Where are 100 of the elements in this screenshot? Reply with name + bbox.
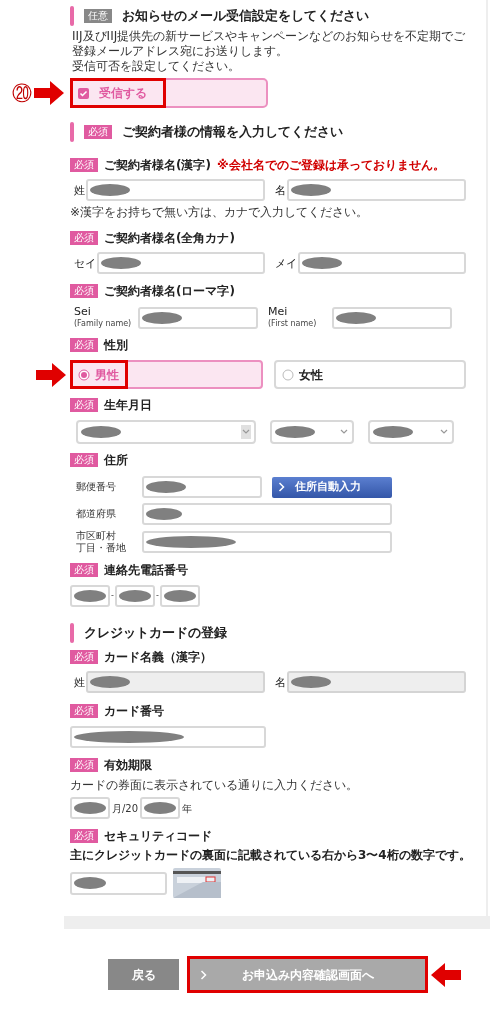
- input-label: 丁目・番地: [76, 542, 127, 554]
- required-tag: 必須: [70, 398, 98, 412]
- input-field[interactable]: [70, 797, 110, 819]
- auto-address-button[interactable]: 住所自動入力: [272, 476, 392, 498]
- input-field[interactable]: [70, 726, 266, 748]
- required-tag: 必須: [70, 563, 98, 577]
- select-field[interactable]: [76, 420, 256, 444]
- arrow-icon: [431, 962, 461, 987]
- redaction-mark: [275, 426, 315, 438]
- field-label: ご契約者様名(漢字): [104, 157, 211, 174]
- redaction-mark: [74, 590, 106, 602]
- section-title: お知らせのメール受信設定をしてください: [122, 7, 369, 26]
- input-field[interactable]: [138, 306, 258, 329]
- required-tag: 必須: [70, 338, 98, 352]
- input-label: 姓: [74, 183, 85, 197]
- redaction-mark: [118, 590, 151, 602]
- optional-tag: 任意: [84, 9, 112, 23]
- description-text: 受信可否を設定してください。: [72, 59, 241, 74]
- input-field[interactable]: [114, 585, 155, 607]
- required-tag: 必須: [70, 284, 98, 298]
- input-field[interactable]: [287, 179, 466, 201]
- redaction-mark: [81, 426, 121, 438]
- input-label: 名: [275, 675, 286, 689]
- redaction-mark: [142, 311, 182, 324]
- required-tag: 必須: [70, 231, 98, 245]
- redaction-mark: [336, 311, 376, 324]
- input-field[interactable]: [332, 306, 452, 329]
- field-label: 有効期限: [104, 757, 152, 774]
- radio-icon: [281, 368, 294, 381]
- hint-text: 主にクレジットカードの裏面に記載されている右から3〜4桁の数字です。: [70, 847, 466, 864]
- field-label: 性別: [104, 337, 128, 354]
- field-label: カード名義（漢字）: [104, 649, 212, 666]
- redaction-mark: [74, 877, 106, 889]
- radio-icon: [78, 368, 90, 381]
- input-field[interactable]: [86, 179, 265, 201]
- input-field[interactable]: [159, 585, 200, 607]
- unit-label: 月/20: [112, 801, 139, 816]
- input-sublabel: (Family name): [74, 318, 133, 330]
- redaction-mark: [302, 257, 342, 269]
- checkbox-icon: [78, 87, 89, 99]
- warning-note: ※会社名でのご登録は承っておりません。: [216, 157, 445, 174]
- select-field[interactable]: [270, 420, 354, 444]
- redaction-mark: [146, 481, 186, 493]
- accent-bar: [70, 623, 74, 643]
- input-label: 姓: [74, 675, 85, 689]
- input-label: メイ: [275, 256, 297, 270]
- arrow-icon: [36, 362, 66, 387]
- input-field[interactable]: [70, 585, 110, 607]
- input-field[interactable]: [140, 797, 181, 819]
- unit-label: 年: [182, 801, 193, 816]
- input-label: 市区町村: [76, 530, 116, 542]
- field-label: ご契約者様名(ローマ字): [104, 283, 235, 300]
- redaction-mark: [291, 676, 331, 688]
- input-sublabel: (First name): [268, 318, 318, 330]
- input-label: Sei: [74, 305, 92, 318]
- redaction-mark: [90, 676, 130, 688]
- arrow-icon: [34, 81, 64, 105]
- input-label: Mei: [268, 305, 289, 318]
- required-tag: 必須: [70, 158, 98, 172]
- checkbox-option[interactable]: 受信する: [70, 78, 268, 108]
- redaction-mark: [74, 802, 106, 814]
- field-label: セキュリティコード: [104, 828, 212, 845]
- field-label: ご契約者様名(全角カナ): [104, 230, 235, 247]
- field-label: 住所: [104, 452, 128, 469]
- redaction-mark: [90, 184, 130, 196]
- input-field[interactable]: [142, 503, 392, 525]
- redaction-mark: [144, 802, 177, 814]
- input-field[interactable]: [298, 252, 466, 274]
- input-field[interactable]: [97, 252, 265, 274]
- select-field[interactable]: [368, 420, 454, 444]
- input-field[interactable]: [70, 871, 167, 895]
- redaction-mark: [163, 590, 196, 602]
- redaction-mark: [146, 508, 182, 520]
- description-text: IIJ及びIIJ提供先の新サービスやキャンペーンなどのお知らせを不定期でご登録メールアドレス宛にお送りします。: [72, 29, 466, 59]
- radio-option[interactable]: 女性: [273, 360, 466, 389]
- input-label: 都道府県: [76, 508, 117, 520]
- section-title: クレジットカードの登録: [84, 624, 227, 643]
- chevron-down-icon: [241, 425, 251, 439]
- input-field[interactable]: [142, 476, 262, 498]
- accent-bar: [70, 6, 74, 26]
- card-back-icon: [173, 868, 221, 898]
- hint-text: カードの券面に表示されている通りに入力ください。: [70, 777, 359, 794]
- chevron-right-icon: [278, 482, 285, 492]
- input-field[interactable]: [142, 531, 392, 553]
- separator-text: -: [111, 590, 114, 602]
- accent-bar: [70, 122, 74, 142]
- field-label: 生年月日: [104, 397, 152, 414]
- required-tag: 必須: [70, 829, 98, 843]
- section-title: ご契約者様の情報を入力してください: [122, 123, 343, 142]
- required-tag: 必須: [70, 453, 98, 467]
- back-button[interactable]: 戻る: [108, 959, 179, 990]
- required-tag: 必須: [70, 758, 98, 772]
- required-tag: 必須: [84, 125, 112, 139]
- required-tag: 必須: [70, 650, 98, 664]
- required-tag: 必須: [70, 704, 98, 718]
- input-label: 郵便番号: [76, 481, 117, 493]
- step-number: ⑳: [12, 83, 32, 103]
- redaction-mark: [373, 426, 413, 438]
- redaction-mark: [291, 184, 331, 196]
- separator-text: -: [155, 590, 159, 602]
